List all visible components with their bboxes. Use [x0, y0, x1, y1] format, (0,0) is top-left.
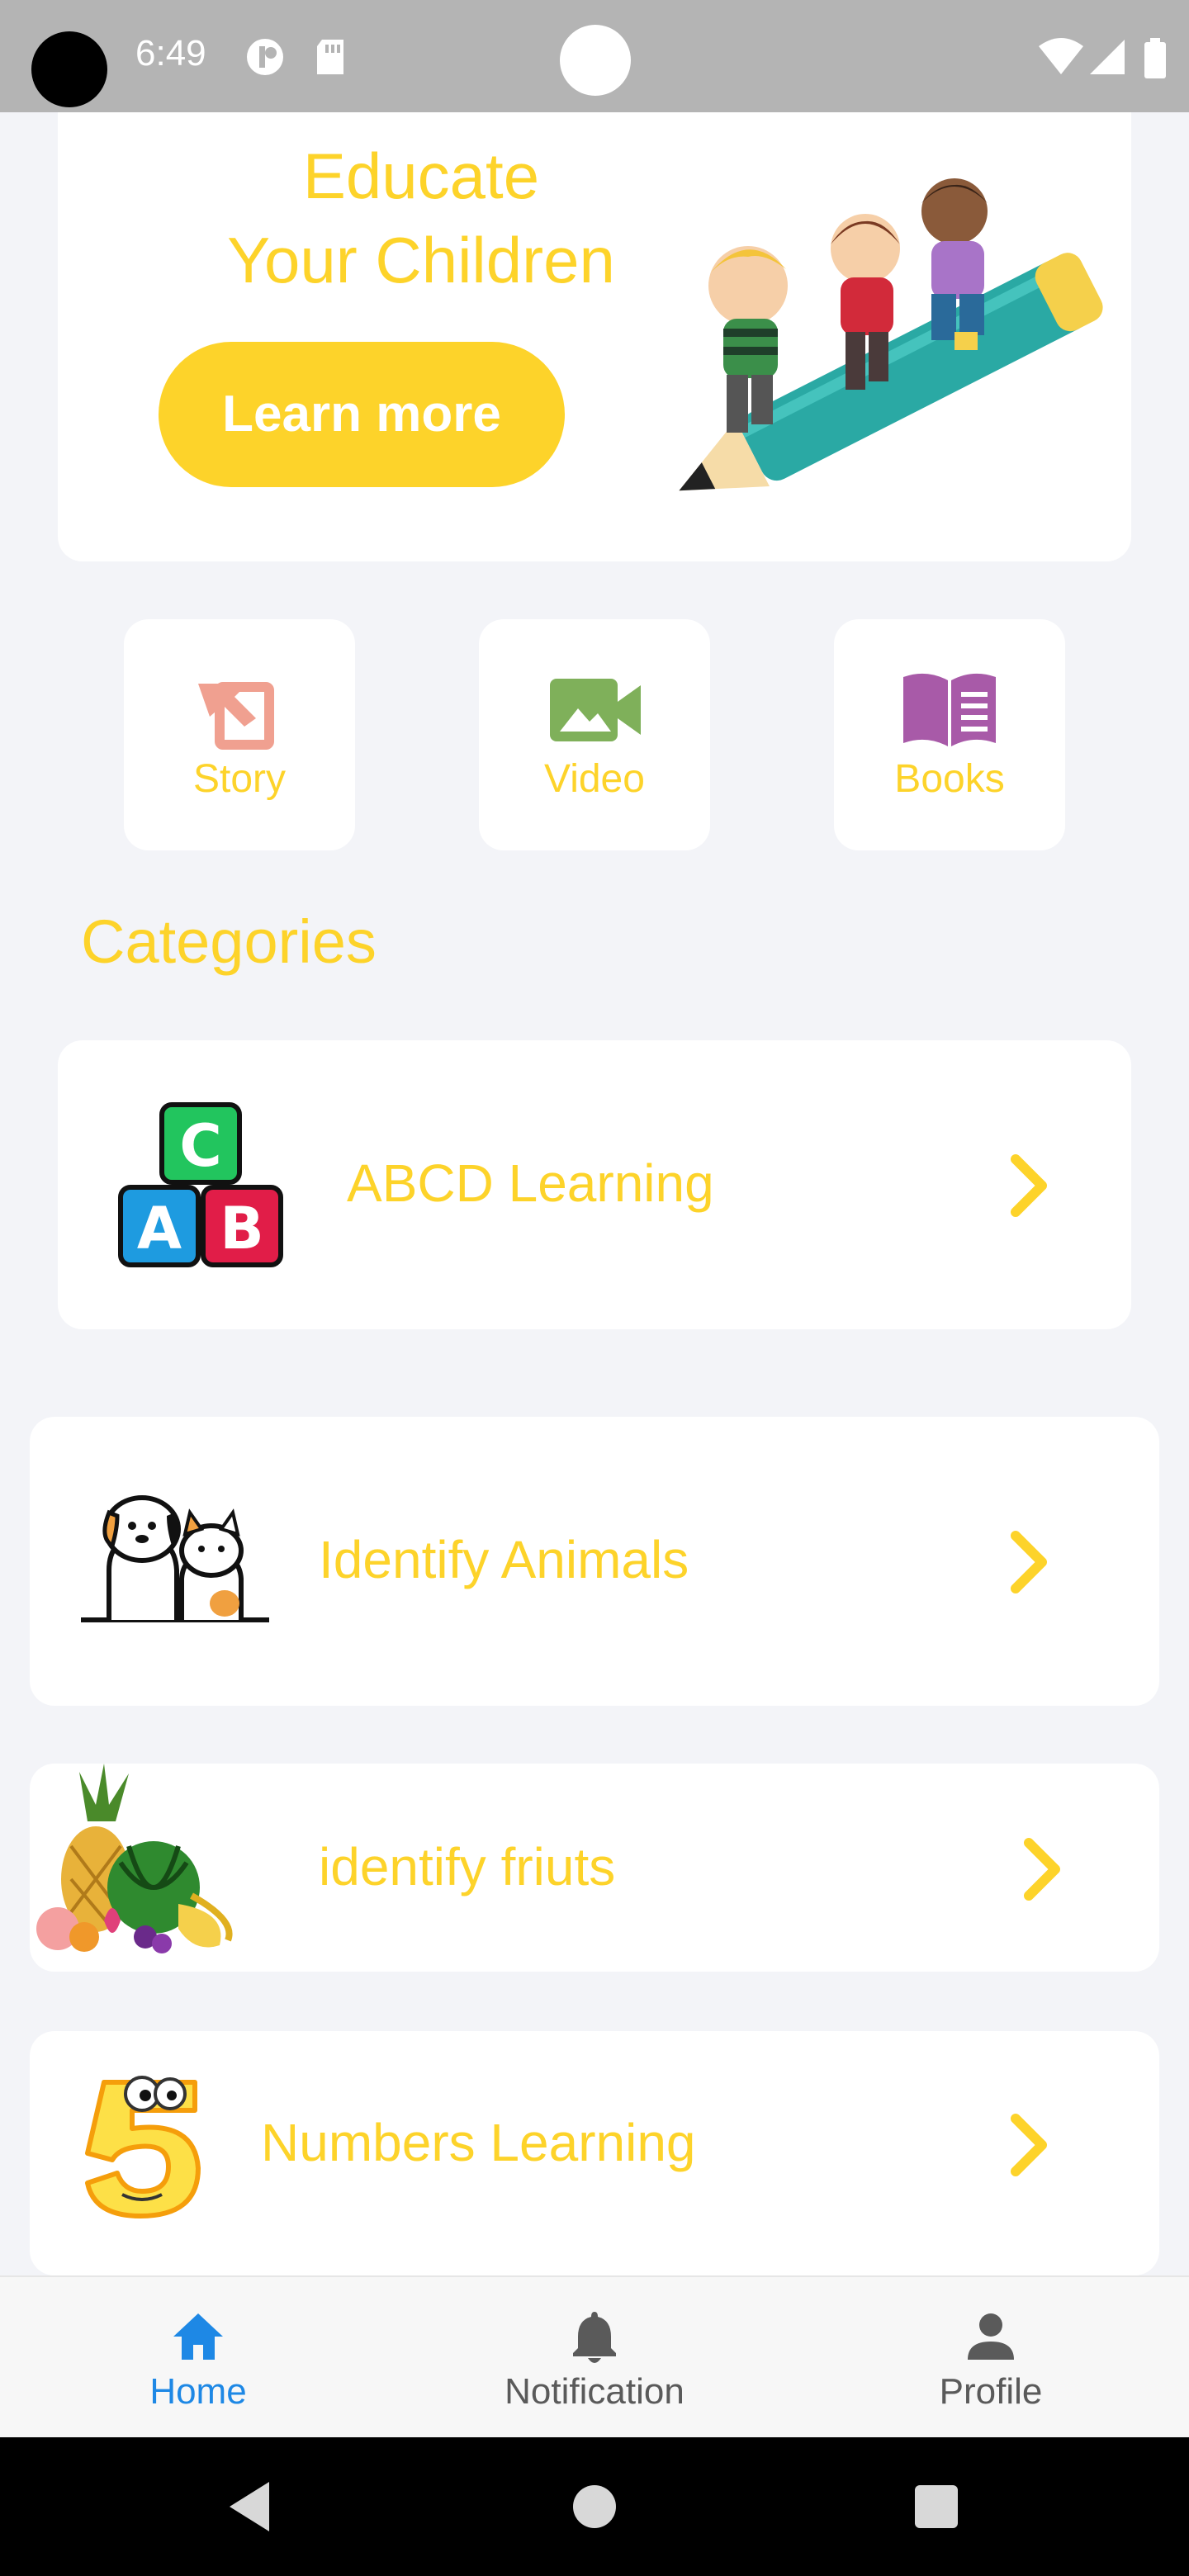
status-time: 6:49 — [135, 33, 206, 73]
app-notification-icon — [247, 39, 283, 75]
number-five-icon — [85, 2076, 201, 2218]
tile-video-label: Video — [544, 757, 645, 801]
bottom-navigation: Home Notification Profile — [0, 2275, 1189, 2437]
home-circle-icon[interactable] — [537, 2437, 652, 2576]
svg-text:A: A — [137, 1195, 182, 1262]
nav-home[interactable]: Home — [74, 2277, 322, 2439]
dog-cat-icon — [81, 1495, 269, 1622]
category-label: identify friuts — [319, 1837, 616, 1896]
sd-card-icon — [317, 40, 343, 74]
chevron-right-icon — [1011, 2114, 1047, 2176]
system-navigation-bar — [0, 2437, 1189, 2576]
story-icon — [198, 682, 274, 750]
tile-video[interactable]: Video — [479, 619, 710, 850]
svg-text:B: B — [220, 1195, 263, 1262]
category-label: Numbers Learning — [261, 2113, 696, 2172]
svg-text:C: C — [179, 1112, 221, 1180]
tile-story-label: Story — [192, 757, 287, 801]
category-label: ABCD Learning — [347, 1153, 714, 1213]
open-book-icon — [903, 673, 996, 746]
abc-blocks-icon: C A B — [118, 1102, 283, 1267]
nav-profile-label: Profile — [939, 2371, 1043, 2412]
nav-home-label: Home — [149, 2371, 247, 2412]
person-icon — [968, 2313, 1014, 2360]
nav-notification[interactable]: Notification — [471, 2277, 718, 2439]
bell-icon — [573, 2312, 616, 2363]
home-icon — [173, 2313, 223, 2360]
nav-notification-label: Notification — [504, 2371, 685, 2412]
category-identify-animals[interactable]: Identify Animals — [30, 1417, 1159, 1706]
category-identify-fruits[interactable]: identify friuts — [30, 1764, 1159, 1972]
status-bar: 6:49 — [0, 0, 1189, 112]
hero-title-line1: Educate — [302, 140, 540, 212]
back-icon[interactable] — [190, 2437, 306, 2576]
recents-icon[interactable] — [879, 2437, 994, 2576]
nav-profile[interactable]: Profile — [867, 2277, 1115, 2439]
tile-books[interactable]: Books — [834, 619, 1065, 850]
chevron-right-icon — [1011, 1154, 1047, 1217]
camera-cutout — [31, 31, 107, 107]
tile-story[interactable]: Story — [124, 619, 355, 850]
wifi-icon — [1039, 38, 1083, 74]
fruits-icon — [36, 1764, 233, 1953]
battery-icon — [1144, 38, 1166, 78]
tile-books-label: Books — [894, 757, 1005, 801]
hero-banner: Educate Your Children Learn more — [58, 112, 1131, 561]
cell-signal-icon — [1090, 40, 1125, 74]
category-abcd-learning[interactable]: C A B ABCD Learning — [58, 1040, 1131, 1329]
category-label: Identify Animals — [319, 1530, 689, 1589]
learn-more-button[interactable]: Learn more — [159, 342, 565, 487]
kids-on-pencil-illustration — [679, 178, 1103, 491]
categories-heading: Categories — [81, 907, 377, 976]
video-camera-icon — [550, 679, 641, 741]
hero-title-line2: Your Children — [227, 224, 615, 296]
chevron-right-icon — [1011, 1531, 1047, 1593]
category-numbers-learning[interactable]: Numbers Learning — [30, 2031, 1159, 2275]
status-dot — [560, 25, 631, 96]
chevron-right-icon — [1024, 1838, 1060, 1901]
hero-title: Educate Your Children — [140, 134, 702, 302]
